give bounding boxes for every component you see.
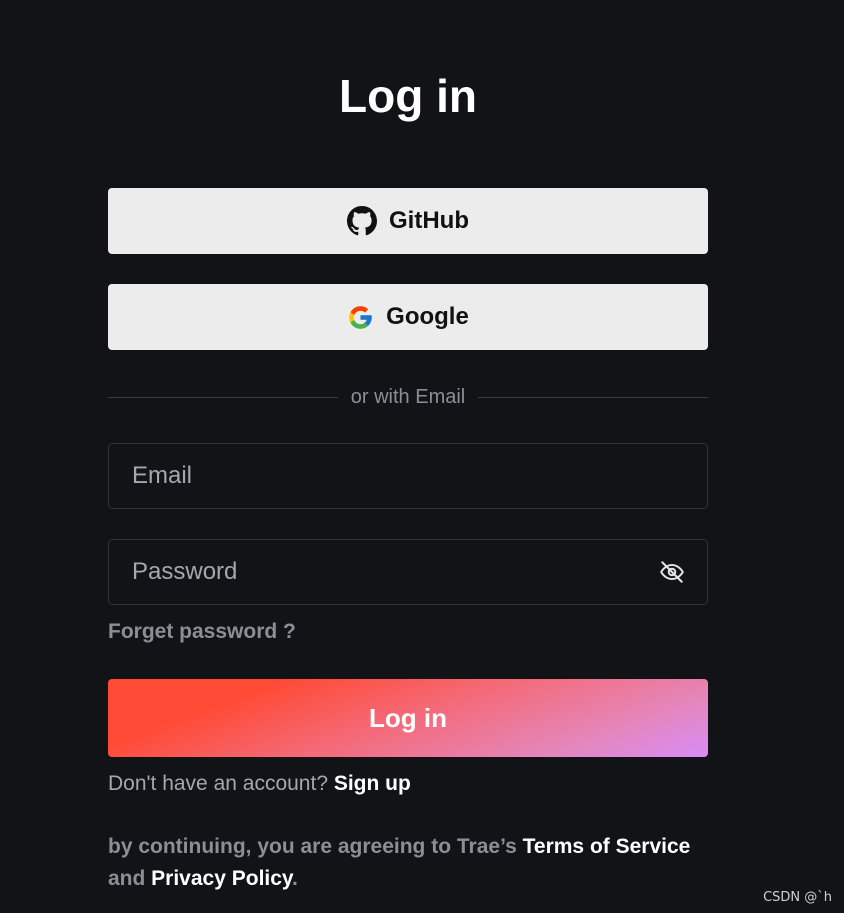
divider-text: or with Email — [350, 385, 466, 408]
password-field-container — [108, 539, 708, 605]
github-label: GitHub — [389, 207, 469, 234]
divider-line-left — [108, 396, 338, 398]
terms-suffix: . — [292, 867, 298, 890]
watermark: CSDN @`h — [763, 890, 832, 905]
terms-of-service-link[interactable]: Terms of Service — [523, 835, 691, 858]
google-icon — [347, 304, 374, 331]
eye-off-icon[interactable] — [659, 559, 685, 585]
google-login-button[interactable]: Google — [108, 284, 708, 350]
github-icon — [347, 206, 377, 236]
signup-prompt: Don't have an account? — [108, 772, 334, 795]
google-label: Google — [386, 303, 469, 330]
login-submit-button[interactable]: Log in — [108, 679, 708, 757]
divider-line-right — [478, 396, 709, 398]
email-divider: or with Email — [108, 382, 709, 412]
password-field[interactable] — [109, 540, 707, 604]
terms-notice: by continuing, you are agreeing to Trae’… — [108, 831, 718, 895]
privacy-policy-link[interactable]: Privacy Policy — [151, 867, 292, 890]
email-field[interactable] — [109, 444, 707, 508]
email-field-container — [108, 443, 708, 509]
page-title: Log in — [339, 69, 477, 122]
signup-row: Don't have an account? Sign up — [108, 772, 411, 796]
terms-middle: and — [108, 867, 152, 890]
github-login-button[interactable]: GitHub — [108, 188, 708, 254]
signup-link[interactable]: Sign up — [334, 772, 411, 795]
forgot-password-link[interactable]: Forget password ? — [108, 620, 296, 644]
terms-prefix: by continuing, you are agreeing to Trae’… — [108, 835, 523, 858]
